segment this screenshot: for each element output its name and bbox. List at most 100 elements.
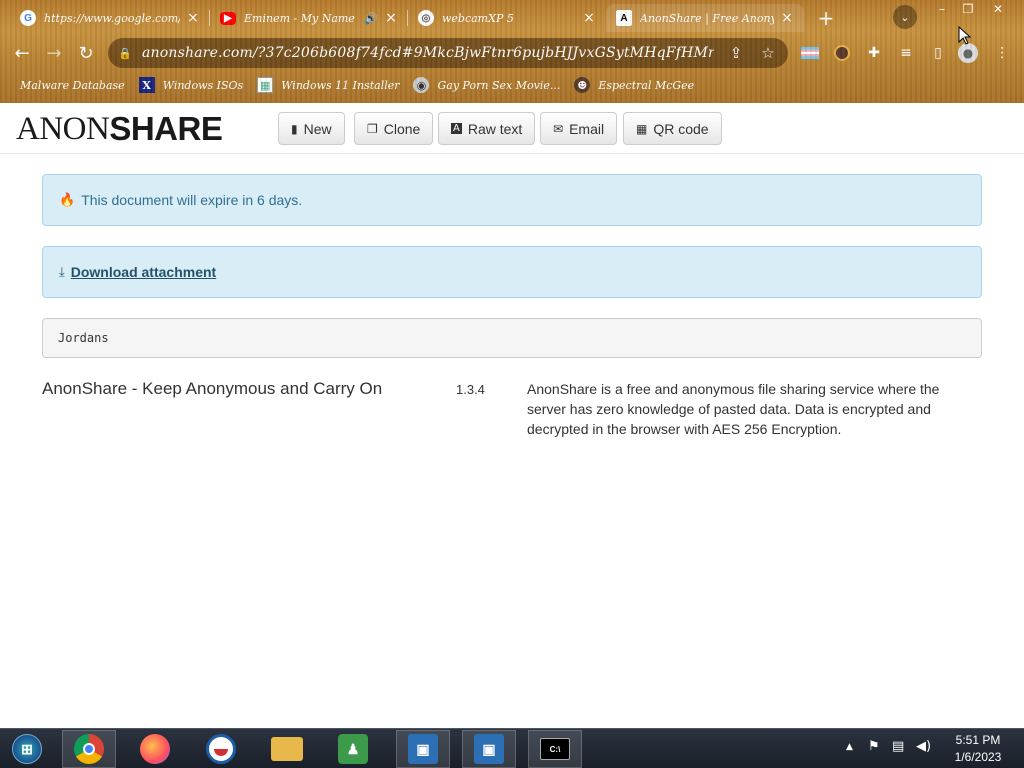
footer-version: 1.3.4: [456, 382, 485, 397]
taskbar-obama-logo[interactable]: [194, 730, 248, 768]
download-icon: ⤓: [59, 264, 65, 280]
copy-icon: ❐: [367, 121, 378, 136]
bookmark-espectral-mcgee[interactable]: ☻ Espectral McGee: [574, 77, 694, 93]
raw-text-button[interactable]: A Raw text: [438, 112, 536, 145]
tab-search-button[interactable]: ⌄: [893, 5, 917, 29]
expire-alert: 🔥 This document will expire in 6 days.: [42, 174, 982, 226]
raw-text-button-label: Raw text: [467, 120, 523, 137]
bookmark-label: Windows ISOs: [162, 78, 244, 92]
anonshare-icon: A: [616, 10, 632, 26]
taskbar-remote-app-1[interactable]: ▣: [396, 730, 450, 768]
back-button[interactable]: ←: [8, 39, 36, 67]
taskbar-network-app[interactable]: ♟: [326, 730, 380, 768]
tab-webcamxp[interactable]: ◎ webcamXP 5 ×: [408, 4, 606, 32]
tab-title: Eminem - My Name Is: [244, 11, 358, 25]
expire-text: This document will expire in 6 days.: [81, 192, 303, 208]
new-button[interactable]: ▮ New: [278, 112, 345, 145]
envelope-icon: ✉: [553, 121, 564, 136]
browser-chrome: G https://www.google.com/s × ▶ Eminem - …: [0, 0, 1024, 103]
site-favicon-icon: ◉: [413, 77, 430, 93]
show-hidden-icons[interactable]: ▲: [846, 742, 853, 752]
bookmark-label: Malware Database: [20, 78, 125, 92]
taskbar-chrome[interactable]: [62, 730, 116, 768]
youtube-icon: ▶: [220, 11, 236, 25]
cmd-icon: C:\: [540, 738, 570, 760]
circle-logo-icon: [206, 734, 236, 764]
system-clock[interactable]: 5:51 PM 1/6/2023: [946, 732, 1010, 766]
tab-google[interactable]: G https://www.google.com/s ×: [10, 4, 210, 32]
network-icon[interactable]: ▤: [892, 739, 904, 754]
people-icon: ♟: [338, 734, 368, 764]
tab-youtube[interactable]: ▶ Eminem - My Name Is 🔊 ×: [210, 4, 408, 32]
minimize-button[interactable]: –: [928, 0, 956, 18]
url-text[interactable]: anonshare.com/?37c206b608f74fcd#9MkcBjwF…: [142, 45, 714, 61]
x-logo-icon: X: [138, 77, 155, 93]
menu-kebab-icon[interactable]: ⋮: [992, 43, 1012, 63]
forward-button[interactable]: →: [40, 39, 68, 67]
tab-title: AnonShare | Free Anonym: [640, 11, 774, 25]
extensions-puzzle-icon[interactable]: ✚: [864, 43, 884, 63]
bookmark-gay-porn-sex-movie[interactable]: ◉ Gay Porn Sex Movie...: [413, 77, 560, 93]
folder-icon: [271, 737, 303, 761]
clone-button-label: Clone: [383, 120, 421, 137]
action-center-flag-icon[interactable]: ⚑: [868, 739, 880, 754]
address-bar[interactable]: 🔒 anonshare.com/?37c206b608f74fcd#9MkcBj…: [108, 38, 788, 68]
logo-text-share: SHARE: [109, 110, 223, 147]
start-button[interactable]: ⊞: [0, 730, 54, 768]
bookmark-malware-database[interactable]: Malware Database: [20, 77, 125, 93]
share-icon[interactable]: ⇪: [726, 43, 746, 63]
bookmarks-bar: Malware Database X Windows ISOs ▦ Window…: [0, 73, 1024, 97]
side-panel-icon[interactable]: ▯: [928, 43, 948, 63]
download-attachment-link[interactable]: Download attachment: [71, 264, 216, 280]
avatar-icon: ☻: [574, 77, 591, 93]
download-alert: ⤓ Download attachment: [42, 246, 982, 298]
firefox-icon: [140, 734, 170, 764]
bookmark-star-icon[interactable]: ☆: [758, 43, 778, 63]
browser-toolbar: ← → ↻ 🔒 anonshare.com/?37c206b608f74fcd#…: [0, 35, 1024, 71]
chrome-icon: [74, 734, 104, 764]
close-icon[interactable]: ×: [384, 10, 398, 26]
qr-code-button[interactable]: ▦ QR code: [623, 112, 722, 145]
email-button[interactable]: ✉ Email: [540, 112, 618, 145]
taskbar-command-prompt[interactable]: C:\: [528, 730, 582, 768]
window-close-button[interactable]: ✕: [984, 0, 1012, 18]
screen: G https://www.google.com/s × ▶ Eminem - …: [0, 0, 1024, 768]
close-icon[interactable]: ×: [780, 10, 794, 26]
remote-desktop-icon: ▣: [474, 734, 504, 764]
tab-anonshare[interactable]: A AnonShare | Free Anonym ×: [606, 4, 804, 32]
bookmark-windows-isos[interactable]: X Windows ISOs: [138, 77, 244, 93]
bookmark-label: Windows 11 Installer: [281, 78, 400, 92]
email-button-label: Email: [569, 120, 605, 137]
taskbar-firefox[interactable]: [128, 730, 182, 768]
footer-title: AnonShare - Keep Anonymous and Carry On: [42, 379, 383, 398]
fire-icon: 🔥: [59, 192, 76, 208]
extension-flag-icon[interactable]: [800, 43, 820, 63]
anonshare-logo[interactable]: ANON SHARE: [16, 110, 223, 147]
document-content[interactable]: Jordans: [42, 318, 982, 358]
google-icon: G: [20, 10, 36, 26]
profile-icon[interactable]: ●: [958, 43, 978, 63]
restore-button[interactable]: ❐: [954, 0, 982, 18]
taskbar-file-explorer[interactable]: [260, 730, 314, 768]
tab-strip: G https://www.google.com/s × ▶ Eminem - …: [0, 0, 1024, 34]
media-control-icon[interactable]: ≡: [896, 43, 916, 63]
close-icon[interactable]: ×: [186, 10, 200, 26]
tab-title: https://www.google.com/s: [44, 11, 180, 25]
volume-icon[interactable]: ◀): [916, 739, 931, 754]
qrcode-icon: ▦: [636, 121, 648, 136]
clock-time: 5:51 PM: [955, 733, 1001, 747]
taskbar-remote-app-2[interactable]: ▣: [462, 730, 516, 768]
font-icon: A: [451, 123, 462, 134]
qr-code-button-label: QR code: [653, 120, 709, 137]
clone-button[interactable]: ❐ Clone: [354, 112, 434, 145]
reload-button[interactable]: ↻: [72, 39, 100, 67]
speaker-icon[interactable]: 🔊: [364, 11, 378, 25]
bookmark-label: Espectral McGee: [598, 78, 695, 92]
image-icon: ▦: [257, 77, 274, 93]
file-icon: ▮: [291, 121, 298, 136]
tab-title: webcamXP 5: [442, 11, 514, 25]
extension-avatar-icon[interactable]: [832, 43, 852, 63]
bookmark-windows-11-installer[interactable]: ▦ Windows 11 Installer: [257, 77, 399, 93]
new-tab-button[interactable]: +: [814, 6, 838, 30]
close-icon[interactable]: ×: [582, 10, 596, 26]
